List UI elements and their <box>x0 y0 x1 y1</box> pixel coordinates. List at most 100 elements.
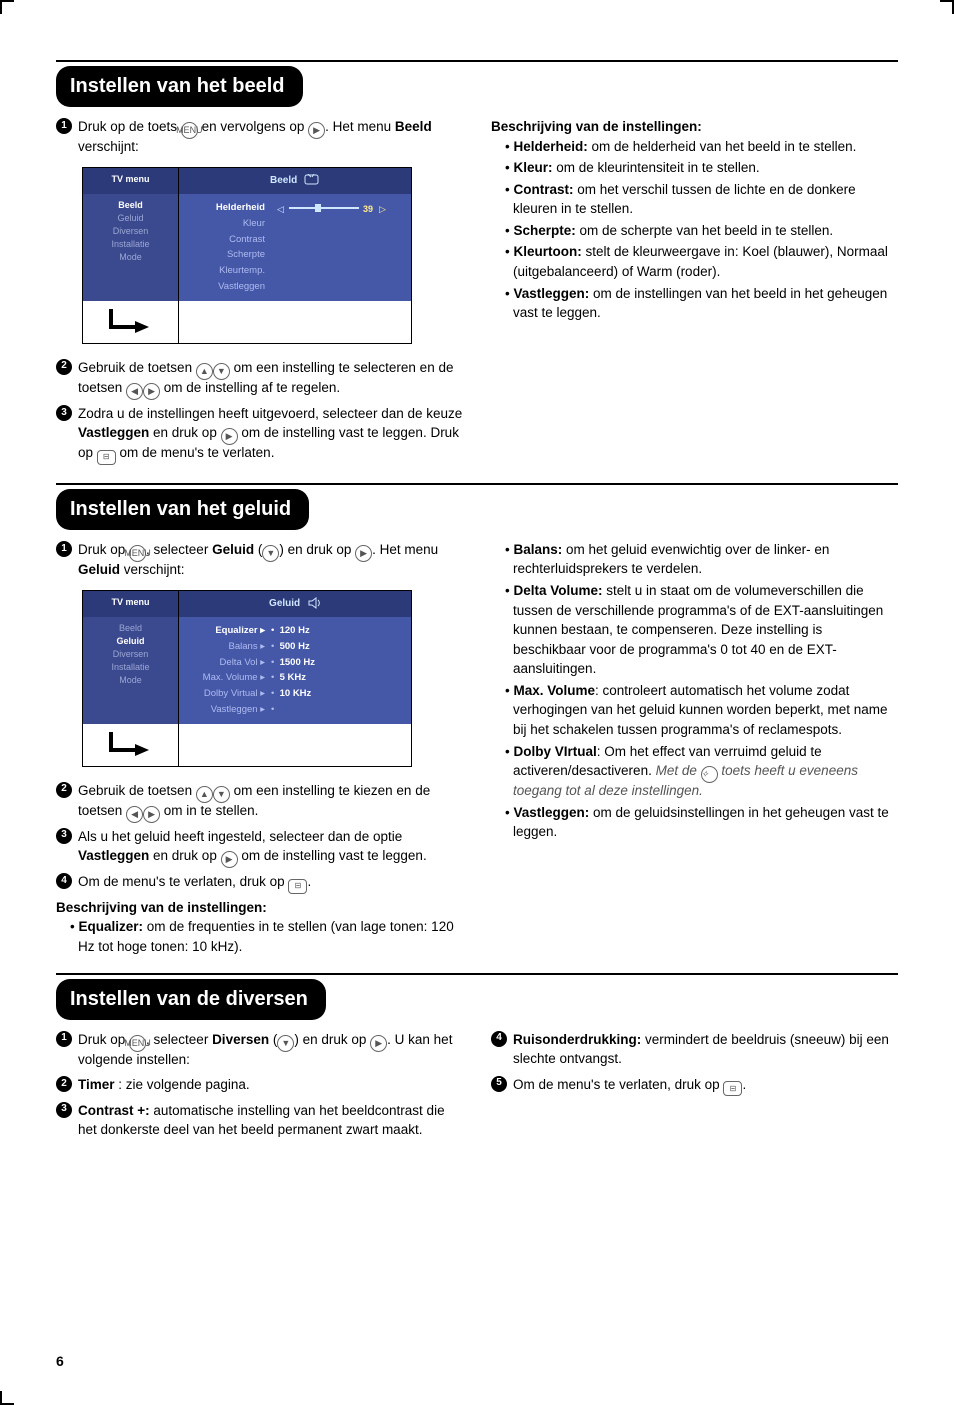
menu-diagram-geluid: TV menu Geluid Beeld Geluid Diversen Ins… <box>82 590 412 767</box>
down-icon: ▼ <box>277 1035 294 1052</box>
col-right: Beschrijving van de instellingen: Helder… <box>491 117 898 469</box>
step-number: 4 <box>56 873 72 889</box>
step: 2 Gebruik de toetsen ▲▼ om een instellin… <box>56 358 463 398</box>
step: 3 Zodra u de instellingen heeft uitgevoe… <box>56 404 463 463</box>
step: 3 Contrast +: automatische instelling va… <box>56 1101 463 1140</box>
left-icon: ◀ <box>126 383 143 400</box>
list-item: Kleurtoon: stelt de kleurweergave in: Ko… <box>505 242 898 281</box>
down-icon: ▼ <box>213 363 230 380</box>
down-icon: ▼ <box>262 545 279 562</box>
step-number: 3 <box>56 1102 72 1118</box>
menu-header-left: TV menu <box>83 591 179 618</box>
step: 4 Om de menu's te verlaten, druk op ⊟. <box>56 872 463 892</box>
down-icon: ▼ <box>213 786 230 803</box>
list-item: Vastleggen: om de instellingen van het b… <box>505 284 898 323</box>
section-title-geluid: Instellen van het geluid <box>56 489 309 530</box>
list-item: Helderheid: om de helderheid van het bee… <box>505 137 898 157</box>
step: 1 Druk op MENU, selecteer Diversen (▼) e… <box>56 1030 463 1070</box>
step-number: 2 <box>56 359 72 375</box>
right-icon: ▶ <box>221 428 238 445</box>
svg-text:◁: ◁ <box>277 204 284 214</box>
step-text: Zodra u de instellingen heeft uitgevoerd… <box>78 404 463 463</box>
menu-diagram-beeld: TV menu Beeld Beeld Geluid Diversen Inst… <box>82 167 412 344</box>
menu-arrow <box>83 724 179 766</box>
slider-value: 39 <box>363 204 373 214</box>
right-icon: ▶ <box>143 806 160 823</box>
menu-icon: MENU <box>129 545 146 562</box>
step-text: Als u het geluid heeft ingesteld, select… <box>78 827 463 867</box>
menu-right-list: Equalizer ▸• 120 Hz Balans ▸• 500 Hz Del… <box>179 617 411 724</box>
section-rule <box>56 483 898 485</box>
col-right: Balans: om het geluid evenwichtig over d… <box>491 540 898 959</box>
step: 4 Ruisonderdrukking: vermindert de beeld… <box>491 1030 898 1069</box>
step-text: Om de menu's te verlaten, druk op ⊟. <box>513 1075 898 1095</box>
list-item: Dolby VIrtual: Om het effect van verruim… <box>505 742 898 801</box>
list-item: Balans: om het geluid evenwichtig over d… <box>505 540 898 579</box>
page-number: 6 <box>56 1351 64 1371</box>
speaker-icon <box>307 597 321 609</box>
step: 5 Om de menu's te verlaten, druk op ⊟. <box>491 1075 898 1095</box>
exit-icon: ⊟ <box>723 1081 742 1096</box>
col-right: 4 Ruisonderdrukking: vermindert de beeld… <box>491 1030 898 1146</box>
list-item: Vastleggen: om de geluidsinstellingen in… <box>505 803 898 842</box>
step-number: 4 <box>491 1031 507 1047</box>
right-icon: ▶ <box>355 545 372 562</box>
right-icon: ▶ <box>221 851 238 868</box>
list-item: Kleur: om de kleurintensiteit in te stel… <box>505 158 898 178</box>
col-left: 1 Druk op MENU, selecteer Geluid (▼) en … <box>56 540 463 959</box>
list-item: Contrast: om het verschil tussen de lich… <box>505 180 898 219</box>
right-icon: ▶ <box>143 383 160 400</box>
section-rule <box>56 973 898 975</box>
section-title-beeld: Instellen van het beeld <box>56 66 303 107</box>
list-item: Delta Volume: stelt u in staat om de vol… <box>505 581 898 679</box>
step-number: 3 <box>56 405 72 421</box>
step-text: Ruisonderdrukking: vermindert de beeldru… <box>513 1030 898 1069</box>
menu-icon: MENU <box>181 122 198 139</box>
desc-title: Beschrijving van de instellingen: <box>56 898 463 918</box>
up-icon: ▲ <box>196 363 213 380</box>
step-text: Gebruik de toetsen ▲▼ om een instelling … <box>78 781 463 821</box>
menu-left-list: Beeld Geluid Diversen Installatie Mode <box>83 194 179 301</box>
step-text: Druk op MENU, selecteer Diversen (▼) en … <box>78 1030 463 1070</box>
step-text: Gebruik de toetsen ▲▼ om een instelling … <box>78 358 463 398</box>
step-number: 3 <box>56 828 72 844</box>
col-left: 1 Druk op MENU, selecteer Diversen (▼) e… <box>56 1030 463 1146</box>
left-icon: ◀ <box>126 806 143 823</box>
list-item: Max. Volume: controleert automatisch het… <box>505 681 898 740</box>
step-number: 2 <box>56 1076 72 1092</box>
list-item: Scherpte: om de scherpte van het beeld i… <box>505 221 898 241</box>
svg-text:▷: ▷ <box>379 204 386 214</box>
col-left: 1 Druk op de toets MENU en vervolgens op… <box>56 117 463 469</box>
menu-header-right: Beeld <box>179 168 411 195</box>
surround-icon: ✧ <box>701 766 718 783</box>
step: 3 Als u het geluid heeft ingesteld, sele… <box>56 827 463 867</box>
step-number: 1 <box>56 118 72 134</box>
step: 2 Gebruik de toetsen ▲▼ om een instellin… <box>56 781 463 821</box>
step: 2 Timer : zie volgende pagina. <box>56 1075 463 1095</box>
step: 1 Druk op MENU, selecteer Geluid (▼) en … <box>56 540 463 580</box>
section-title-diversen: Instellen van de diversen <box>56 979 326 1020</box>
menu-arrow <box>83 301 179 343</box>
menu-header-right: Geluid <box>179 591 411 618</box>
desc-title: Beschrijving van de instellingen: <box>491 117 898 137</box>
step-number: 2 <box>56 782 72 798</box>
tv-icon <box>304 174 320 186</box>
list-item: Equalizer: om de frequenties in te stell… <box>70 917 463 956</box>
exit-icon: ⊟ <box>288 879 307 894</box>
step-number: 1 <box>56 541 72 557</box>
step-text: Om de menu's te verlaten, druk op ⊟. <box>78 872 463 892</box>
section-rule <box>56 60 898 62</box>
menu-right-list: Helderheid ◁ 39 ▷ Kleur Contrast Scherpt… <box>179 194 411 301</box>
up-icon: ▲ <box>196 786 213 803</box>
step-text: Contrast +: automatische instelling van … <box>78 1101 463 1140</box>
right-icon: ▶ <box>308 122 325 139</box>
slider-icon: ◁ 39 ▷ <box>277 202 387 214</box>
step-text: Druk op MENU, selecteer Geluid (▼) en dr… <box>78 540 463 580</box>
exit-icon: ⊟ <box>97 450 116 465</box>
menu-header-left: TV menu <box>83 168 179 195</box>
step: 1 Druk op de toets MENU en vervolgens op… <box>56 117 463 157</box>
step-number: 5 <box>491 1076 507 1092</box>
menu-left-list: Beeld Geluid Diversen Installatie Mode <box>83 617 179 724</box>
menu-icon: MENU <box>129 1035 146 1052</box>
step-text: Druk op de toets MENU en vervolgens op ▶… <box>78 117 463 157</box>
